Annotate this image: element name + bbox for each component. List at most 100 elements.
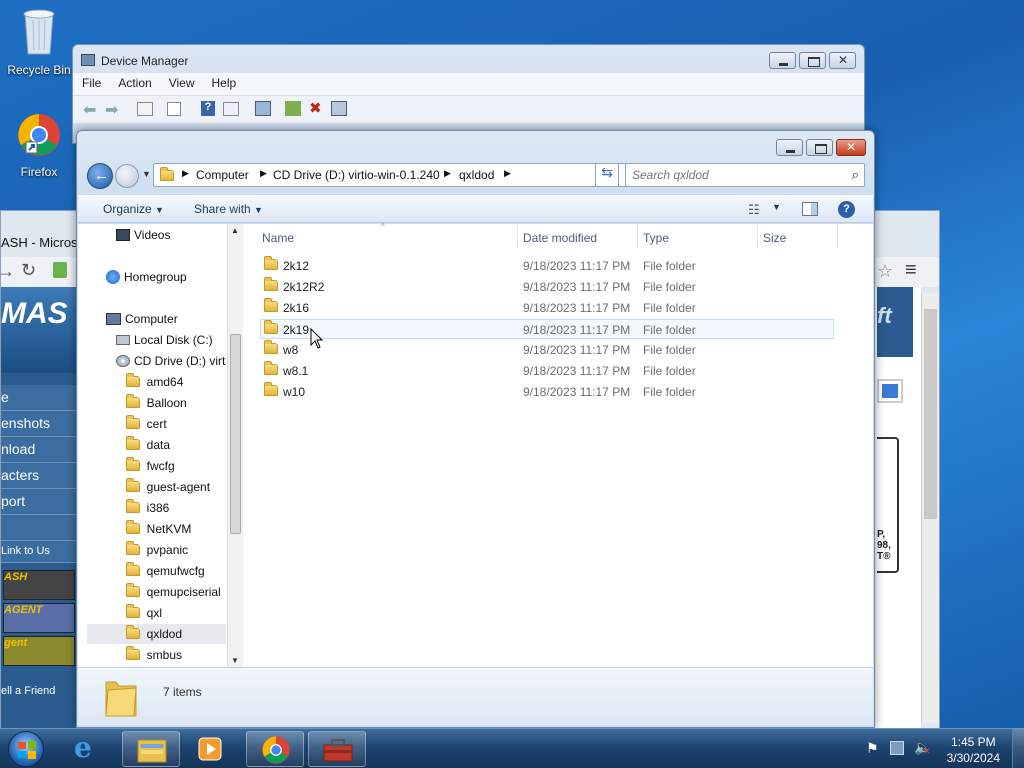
nav-folder-selected[interactable]: qxldod bbox=[126, 625, 182, 641]
column-header-type[interactable]: Type bbox=[643, 231, 669, 245]
site-badge[interactable]: ASH bbox=[3, 570, 75, 600]
column-header-name[interactable]: Name bbox=[262, 231, 294, 245]
column-header-size[interactable]: Size bbox=[763, 231, 786, 245]
bookmark-star-icon[interactable]: ☆ bbox=[877, 261, 893, 282]
document-icon[interactable] bbox=[167, 102, 181, 116]
close-button[interactable]: ✕ bbox=[829, 52, 856, 69]
system-clock[interactable]: 1:45 PM 3/30/2024 bbox=[947, 734, 1000, 766]
search-icon[interactable]: ⌕ bbox=[852, 167, 859, 183]
nav-folder[interactable]: qxl bbox=[126, 604, 162, 620]
back-icon[interactable]: → bbox=[0, 261, 15, 282]
nav-folder[interactable]: pvpanic bbox=[126, 541, 188, 557]
nav-folder[interactable]: guest-agent bbox=[126, 478, 210, 494]
scan-hardware-icon[interactable] bbox=[255, 101, 271, 116]
back-arrow-icon[interactable]: ⬅ bbox=[83, 100, 96, 120]
scrollbar-thumb[interactable] bbox=[924, 309, 937, 519]
minimize-button[interactable] bbox=[769, 52, 796, 69]
view-icon[interactable] bbox=[223, 102, 239, 116]
nav-folder[interactable]: smbus bbox=[126, 646, 182, 662]
file-row[interactable]: w8.1 9/18/2023 11:17 PM File folder bbox=[260, 361, 834, 381]
close-button[interactable] bbox=[836, 139, 866, 156]
file-row[interactable]: w8 9/18/2023 11:17 PM File folder bbox=[260, 340, 834, 360]
nav-folder[interactable]: qemufwcfg bbox=[126, 562, 205, 578]
menu-file[interactable]: File bbox=[73, 73, 109, 90]
menu-view[interactable]: View bbox=[160, 73, 203, 90]
forward-button[interactable] bbox=[115, 164, 139, 188]
desktop-icon-firefox[interactable]: Firefox bbox=[4, 112, 74, 179]
action-center-flag-icon[interactable]: ⚑ bbox=[866, 740, 879, 757]
reload-icon[interactable]: ↻ bbox=[21, 260, 36, 281]
network-icon[interactable] bbox=[890, 741, 904, 755]
nav-scrollbar[interactable]: ▲ ▼ bbox=[227, 224, 243, 667]
back-button[interactable]: ← bbox=[87, 163, 113, 189]
file-row[interactable]: 2k12 9/18/2023 11:17 PM File folder bbox=[260, 256, 834, 276]
nav-item-computer[interactable]: Computer bbox=[106, 312, 178, 326]
scrollbar-thumb[interactable] bbox=[230, 334, 241, 534]
site-nav-item[interactable] bbox=[1, 515, 77, 541]
site-badge[interactable]: AGENT bbox=[3, 603, 75, 633]
site-nav-item[interactable]: enshots bbox=[1, 411, 77, 437]
site-nav-item[interactable]: e bbox=[1, 385, 77, 411]
breadcrumb-cd-drive[interactable]: CD Drive (D:) virtio-win-0.1.240 bbox=[273, 168, 440, 182]
help-icon[interactable]: ? bbox=[201, 101, 215, 116]
taskbar-explorer[interactable] bbox=[122, 731, 180, 767]
uninstall-icon[interactable]: ✖ bbox=[309, 99, 322, 117]
nav-item-local-disk[interactable]: Local Disk (C:) bbox=[116, 333, 213, 347]
nav-item-cd-drive[interactable]: CD Drive (D:) virt bbox=[116, 354, 225, 368]
minimize-button[interactable] bbox=[776, 139, 803, 156]
breadcrumb-chevron-icon[interactable]: ▶ bbox=[504, 168, 511, 179]
update-driver-icon[interactable] bbox=[285, 101, 301, 116]
menu-help[interactable]: Help bbox=[203, 73, 245, 90]
address-bar[interactable]: ▶ Computer ▶ CD Drive (D:) virtio-win-0.… bbox=[153, 163, 669, 187]
preview-pane-icon[interactable] bbox=[802, 202, 818, 216]
breadcrumb-chevron-icon[interactable]: ▶ bbox=[182, 168, 189, 179]
site-nav-item[interactable]: Link to Us bbox=[1, 541, 77, 563]
search-input[interactable] bbox=[632, 165, 842, 185]
view-dropdown-icon[interactable]: ▼ bbox=[772, 202, 781, 212]
desktop-icon-recycle-bin[interactable]: Recycle Bin bbox=[4, 6, 74, 77]
breadcrumb-qxldod[interactable]: qxldod bbox=[459, 168, 494, 182]
taskbar-chrome[interactable] bbox=[246, 731, 304, 767]
file-list[interactable]: Name ^ Date modified Type Size 2k12 9/18/… bbox=[244, 222, 873, 667]
start-button[interactable] bbox=[8, 731, 44, 767]
refresh-button[interactable]: ⇆ bbox=[595, 163, 619, 187]
file-row-hovered[interactable]: 2k19 9/18/2023 11:17 PM File folder bbox=[260, 319, 834, 339]
device-manager-window[interactable]: Device Manager ✕ File Action View Help ⬅ ➡ … bbox=[72, 44, 865, 144]
file-row[interactable]: 2k16 9/18/2023 11:17 PM File folder bbox=[260, 298, 834, 318]
nav-item-videos[interactable]: Videos bbox=[116, 228, 170, 242]
taskbar-media-player[interactable] bbox=[196, 735, 226, 763]
navigation-pane[interactable]: Videos Homegroup Computer Local Disk (C:… bbox=[78, 224, 243, 667]
nav-folder[interactable]: i386 bbox=[126, 499, 169, 515]
properties-icon[interactable] bbox=[137, 102, 153, 116]
scroll-up-icon[interactable]: ▲ bbox=[231, 226, 239, 235]
show-desktop-button[interactable] bbox=[1012, 729, 1024, 768]
breadcrumb-chevron-icon[interactable]: ▶ bbox=[444, 168, 451, 179]
site-nav-item[interactable]: nload bbox=[1, 437, 77, 463]
maximize-button[interactable] bbox=[806, 139, 833, 156]
search-box[interactable]: ⌕ bbox=[625, 163, 865, 187]
breadcrumb-chevron-icon[interactable]: ▶ bbox=[260, 168, 267, 179]
browser-tab-title[interactable]: ASH - Microso bbox=[1, 235, 85, 250]
nav-folder[interactable]: NetKVM bbox=[126, 520, 191, 536]
site-nav-item[interactable]: acters bbox=[1, 463, 77, 489]
share-with-button[interactable]: Share with ▼ bbox=[194, 202, 263, 216]
file-row[interactable]: w10 9/18/2023 11:17 PM File folder bbox=[260, 382, 834, 402]
maximize-button[interactable] bbox=[799, 52, 826, 69]
taskbar-ie[interactable]: e bbox=[70, 731, 108, 765]
site-badge[interactable]: gent bbox=[3, 636, 75, 666]
browser-scrollbar[interactable] bbox=[921, 293, 939, 723]
nav-folder[interactable]: fwcfg bbox=[126, 457, 175, 473]
site-nav-item[interactable]: port bbox=[1, 489, 77, 515]
explorer-window[interactable]: ← ▼ ▶ Computer ▶ CD Drive (D:) virtio-wi… bbox=[76, 130, 875, 728]
nav-folder[interactable]: data bbox=[126, 436, 170, 452]
nav-folder[interactable]: qemupciserial bbox=[126, 583, 221, 599]
scroll-down-icon[interactable]: ▼ bbox=[231, 656, 239, 665]
file-row[interactable]: 2k12R2 9/18/2023 11:17 PM File folder bbox=[260, 277, 834, 297]
tell-a-friend-link[interactable]: ell a Friend bbox=[1, 685, 77, 697]
organize-button[interactable]: Organize ▼ bbox=[103, 202, 164, 216]
change-view-icon[interactable]: ☷ bbox=[748, 202, 760, 218]
nav-folder[interactable]: Balloon bbox=[126, 394, 187, 410]
menu-action[interactable]: Action bbox=[109, 73, 159, 90]
breadcrumb-computer[interactable]: Computer bbox=[196, 168, 249, 182]
nav-folder[interactable]: cert bbox=[126, 415, 167, 431]
